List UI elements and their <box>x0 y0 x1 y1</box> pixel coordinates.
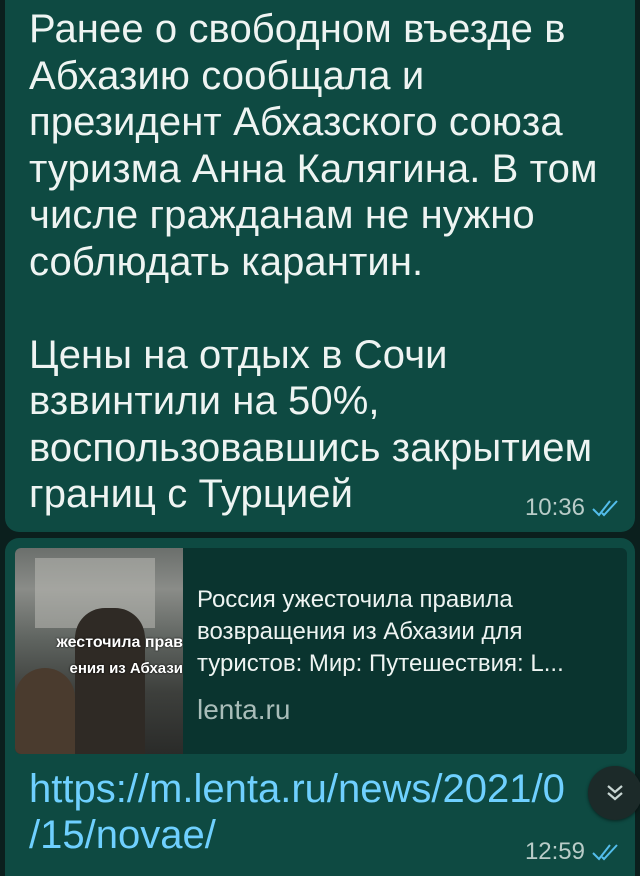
message-bubble[interactable]: Ранее о свободном въезде в Абхазию сообщ… <box>5 0 635 532</box>
message-bubble-link[interactable]: жесточила прав ения из Абхази Россия уже… <box>5 538 635 876</box>
thumbnail-caption: ения из Абхази <box>69 660 183 677</box>
message-time: 10:36 <box>524 494 585 521</box>
message-link[interactable]: https://m.lenta.ru/news/2021/0 /15/novae… <box>29 766 589 858</box>
message-time: 12:59 <box>524 838 585 865</box>
link-preview-card[interactable]: жесточила прав ения из Абхази Россия уже… <box>15 548 627 754</box>
link-preview-thumbnail: жесточила прав ения из Абхази <box>15 548 183 754</box>
message-text: Ранее о свободном въезде в Абхазию сообщ… <box>29 7 598 516</box>
double-check-icon <box>592 844 618 861</box>
link-preview-title: Россия ужесточила правила возвращения из… <box>197 586 564 677</box>
chat-screen: Ранее о свободном въезде в Абхазию сообщ… <box>0 0 640 876</box>
chevron-down-double-icon <box>607 785 623 801</box>
scroll-to-bottom-button[interactable] <box>588 766 640 820</box>
message-meta: 12:59 <box>525 838 621 866</box>
message-meta: 10:36 <box>525 494 621 522</box>
link-preview-domain: lenta.ru <box>197 694 291 725</box>
thumbnail-caption: жесточила прав <box>56 634 183 651</box>
double-check-icon <box>592 500 618 517</box>
